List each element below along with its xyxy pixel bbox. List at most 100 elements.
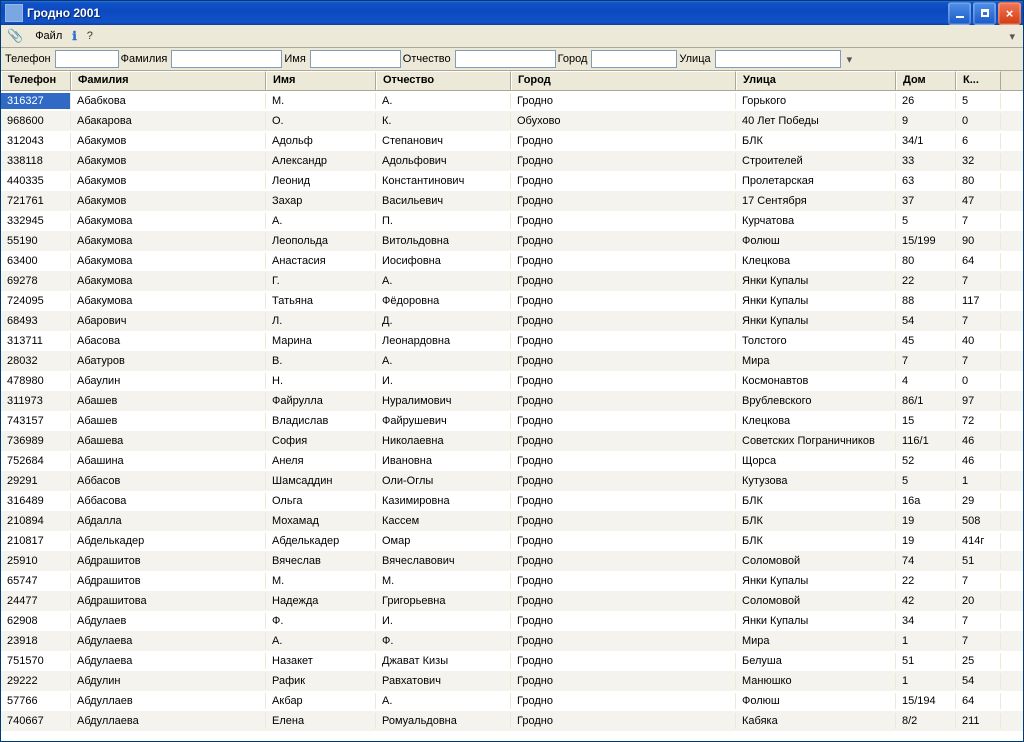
table-cell[interactable]: Обухово bbox=[511, 113, 736, 129]
table-cell[interactable]: 46 bbox=[956, 433, 1001, 449]
table-cell[interactable]: Гродно bbox=[511, 93, 736, 109]
table-row[interactable]: 313711АбасоваМаринаЛеонардовнаГродноТолс… bbox=[1, 331, 1023, 351]
table-cell[interactable]: Абакумов bbox=[71, 133, 266, 149]
table-cell[interactable]: Абакумова bbox=[71, 213, 266, 229]
table-row[interactable]: 210894АбдаллаМохамадКассемГродноБЛК19508 bbox=[1, 511, 1023, 531]
table-cell[interactable]: 440335 bbox=[1, 173, 71, 189]
table-cell[interactable]: 32 bbox=[956, 153, 1001, 169]
table-cell[interactable]: 90 bbox=[956, 233, 1001, 249]
table-cell[interactable]: Клецкова bbox=[736, 253, 896, 269]
table-cell[interactable]: Анеля bbox=[266, 453, 376, 469]
table-row[interactable]: 69278АбакумоваГ.А.ГродноЯнки Купалы227 bbox=[1, 271, 1023, 291]
table-cell[interactable]: Абакарова bbox=[71, 113, 266, 129]
table-cell[interactable]: Джават Кизы bbox=[376, 653, 511, 669]
table-cell[interactable]: Акбар bbox=[266, 693, 376, 709]
table-cell[interactable]: М. bbox=[266, 93, 376, 109]
table-cell[interactable]: Л. bbox=[266, 313, 376, 329]
table-cell[interactable]: Гродно bbox=[511, 153, 736, 169]
table-cell[interactable]: БЛК bbox=[736, 533, 896, 549]
table-cell[interactable]: 1 bbox=[956, 473, 1001, 489]
table-row[interactable]: 63400АбакумоваАнастасияИосифовнаГродноКл… bbox=[1, 251, 1023, 271]
table-cell[interactable]: Равхатович bbox=[376, 673, 511, 689]
table-cell[interactable]: Гродно bbox=[511, 713, 736, 729]
table-cell[interactable]: Файрушевич bbox=[376, 413, 511, 429]
table-cell[interactable]: Гродно bbox=[511, 593, 736, 609]
table-cell[interactable]: 508 bbox=[956, 513, 1001, 529]
table-cell[interactable]: 25 bbox=[956, 653, 1001, 669]
table-cell[interactable]: 51 bbox=[956, 553, 1001, 569]
table-cell[interactable]: Николаевна bbox=[376, 433, 511, 449]
table-row[interactable]: 332945АбакумоваА.П.ГродноКурчатова57 bbox=[1, 211, 1023, 231]
table-cell[interactable]: Янки Купалы bbox=[736, 313, 896, 329]
table-cell[interactable]: 0 bbox=[956, 113, 1001, 129]
col-header-city[interactable]: Город bbox=[511, 71, 736, 90]
table-row[interactable]: 55190АбакумоваЛеопольдаВитольдовнаГродно… bbox=[1, 231, 1023, 251]
table-cell[interactable]: София bbox=[266, 433, 376, 449]
table-row[interactable]: 721761АбакумовЗахарВасильевичГродно17 Се… bbox=[1, 191, 1023, 211]
table-cell[interactable]: 17 Сентября bbox=[736, 193, 896, 209]
table-cell[interactable]: Абарович bbox=[71, 313, 266, 329]
table-cell[interactable]: 54 bbox=[896, 313, 956, 329]
table-cell[interactable]: 54 bbox=[956, 673, 1001, 689]
table-cell[interactable]: 88 bbox=[896, 293, 956, 309]
table-cell[interactable]: 751570 bbox=[1, 653, 71, 669]
table-cell[interactable]: 9 bbox=[896, 113, 956, 129]
table-cell[interactable]: Абдрашитова bbox=[71, 593, 266, 609]
table-cell[interactable]: 52 bbox=[896, 453, 956, 469]
table-cell[interactable]: 47 bbox=[956, 193, 1001, 209]
table-cell[interactable]: Абакумов bbox=[71, 173, 266, 189]
table-cell[interactable]: 64 bbox=[956, 253, 1001, 269]
table-cell[interactable]: Советских Пограничников bbox=[736, 433, 896, 449]
table-cell[interactable]: 23918 bbox=[1, 633, 71, 649]
table-cell[interactable]: Космонавтов bbox=[736, 373, 896, 389]
table-cell[interactable]: Кабяка bbox=[736, 713, 896, 729]
table-cell[interactable]: Оли-Оглы bbox=[376, 473, 511, 489]
table-cell[interactable]: А. bbox=[266, 633, 376, 649]
table-cell[interactable]: Пролетарская bbox=[736, 173, 896, 189]
table-cell[interactable]: Горького bbox=[736, 93, 896, 109]
table-cell[interactable]: 312043 bbox=[1, 133, 71, 149]
table-cell[interactable]: Витольдовна bbox=[376, 233, 511, 249]
table-cell[interactable]: 211 bbox=[956, 713, 1001, 729]
table-cell[interactable]: Гродно bbox=[511, 313, 736, 329]
table-cell[interactable]: А. bbox=[376, 93, 511, 109]
table-cell[interactable]: 968600 bbox=[1, 113, 71, 129]
table-cell[interactable]: 316327 bbox=[1, 93, 71, 109]
filter-street-input[interactable] bbox=[715, 50, 841, 68]
table-cell[interactable]: Абдулаев bbox=[71, 613, 266, 629]
table-row[interactable]: 724095АбакумоваТатьянаФёдоровнаГродноЯнк… bbox=[1, 291, 1023, 311]
table-cell[interactable]: 72 bbox=[956, 413, 1001, 429]
table-row[interactable]: 23918АбдулаеваА.Ф.ГродноМира17 bbox=[1, 631, 1023, 651]
table-cell[interactable]: Манюшко bbox=[736, 673, 896, 689]
table-cell[interactable]: 7 bbox=[956, 633, 1001, 649]
toolbar-options-icon[interactable]: ▾ bbox=[1005, 30, 1019, 43]
table-cell[interactable]: 45 bbox=[896, 333, 956, 349]
table-row[interactable]: 752684АбашинаАнеляИвановнаГродноЩорса524… bbox=[1, 451, 1023, 471]
table-cell[interactable]: Строителей bbox=[736, 153, 896, 169]
filter-firstname-input[interactable] bbox=[310, 50, 401, 68]
table-cell[interactable]: Леопольда bbox=[266, 233, 376, 249]
table-cell[interactable]: О. bbox=[266, 113, 376, 129]
table-cell[interactable]: 29291 bbox=[1, 473, 71, 489]
table-cell[interactable]: 0 bbox=[956, 373, 1001, 389]
table-cell[interactable]: 26 bbox=[896, 93, 956, 109]
table-cell[interactable]: Г. bbox=[266, 273, 376, 289]
table-cell[interactable]: 8/2 bbox=[896, 713, 956, 729]
table-cell[interactable]: Ф. bbox=[266, 613, 376, 629]
table-cell[interactable]: 24477 bbox=[1, 593, 71, 609]
table-cell[interactable]: 33 bbox=[896, 153, 956, 169]
table-cell[interactable]: Абдрашитов bbox=[71, 553, 266, 569]
table-cell[interactable]: Фёдоровна bbox=[376, 293, 511, 309]
table-cell[interactable]: 42 bbox=[896, 593, 956, 609]
table-cell[interactable]: 40 Лет Победы bbox=[736, 113, 896, 129]
table-cell[interactable]: Абдрашитов bbox=[71, 573, 266, 589]
table-cell[interactable]: И. bbox=[376, 613, 511, 629]
table-cell[interactable]: Васильевич bbox=[376, 193, 511, 209]
table-cell[interactable]: 7 bbox=[896, 353, 956, 369]
filter-phone-input[interactable] bbox=[55, 50, 119, 68]
table-cell[interactable]: Курчатова bbox=[736, 213, 896, 229]
table-cell[interactable]: 5 bbox=[956, 93, 1001, 109]
table-cell[interactable]: 16а bbox=[896, 493, 956, 509]
table-cell[interactable]: Захар bbox=[266, 193, 376, 209]
table-cell[interactable]: Янки Купалы bbox=[736, 273, 896, 289]
